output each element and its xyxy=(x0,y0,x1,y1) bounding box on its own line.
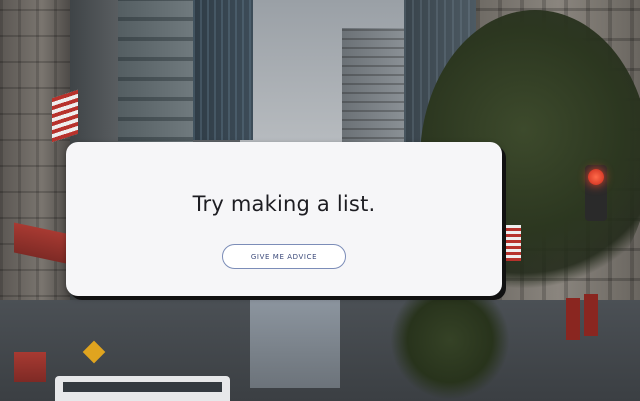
advice-card: Try making a list. GIVE ME ADVICE xyxy=(66,142,502,296)
give-me-advice-button[interactable]: GIVE ME ADVICE xyxy=(222,244,346,269)
advice-message: Try making a list. xyxy=(192,192,376,216)
building-glass xyxy=(193,0,253,140)
banner xyxy=(566,298,580,340)
awning xyxy=(14,352,46,382)
flag-icon xyxy=(505,225,521,261)
building-distant xyxy=(342,28,404,148)
banner xyxy=(584,294,598,336)
street-vanishing-point xyxy=(250,298,340,388)
tree xyxy=(390,280,510,400)
traffic-light-icon xyxy=(585,165,607,221)
flag-icon xyxy=(52,89,78,143)
bus xyxy=(55,376,230,401)
